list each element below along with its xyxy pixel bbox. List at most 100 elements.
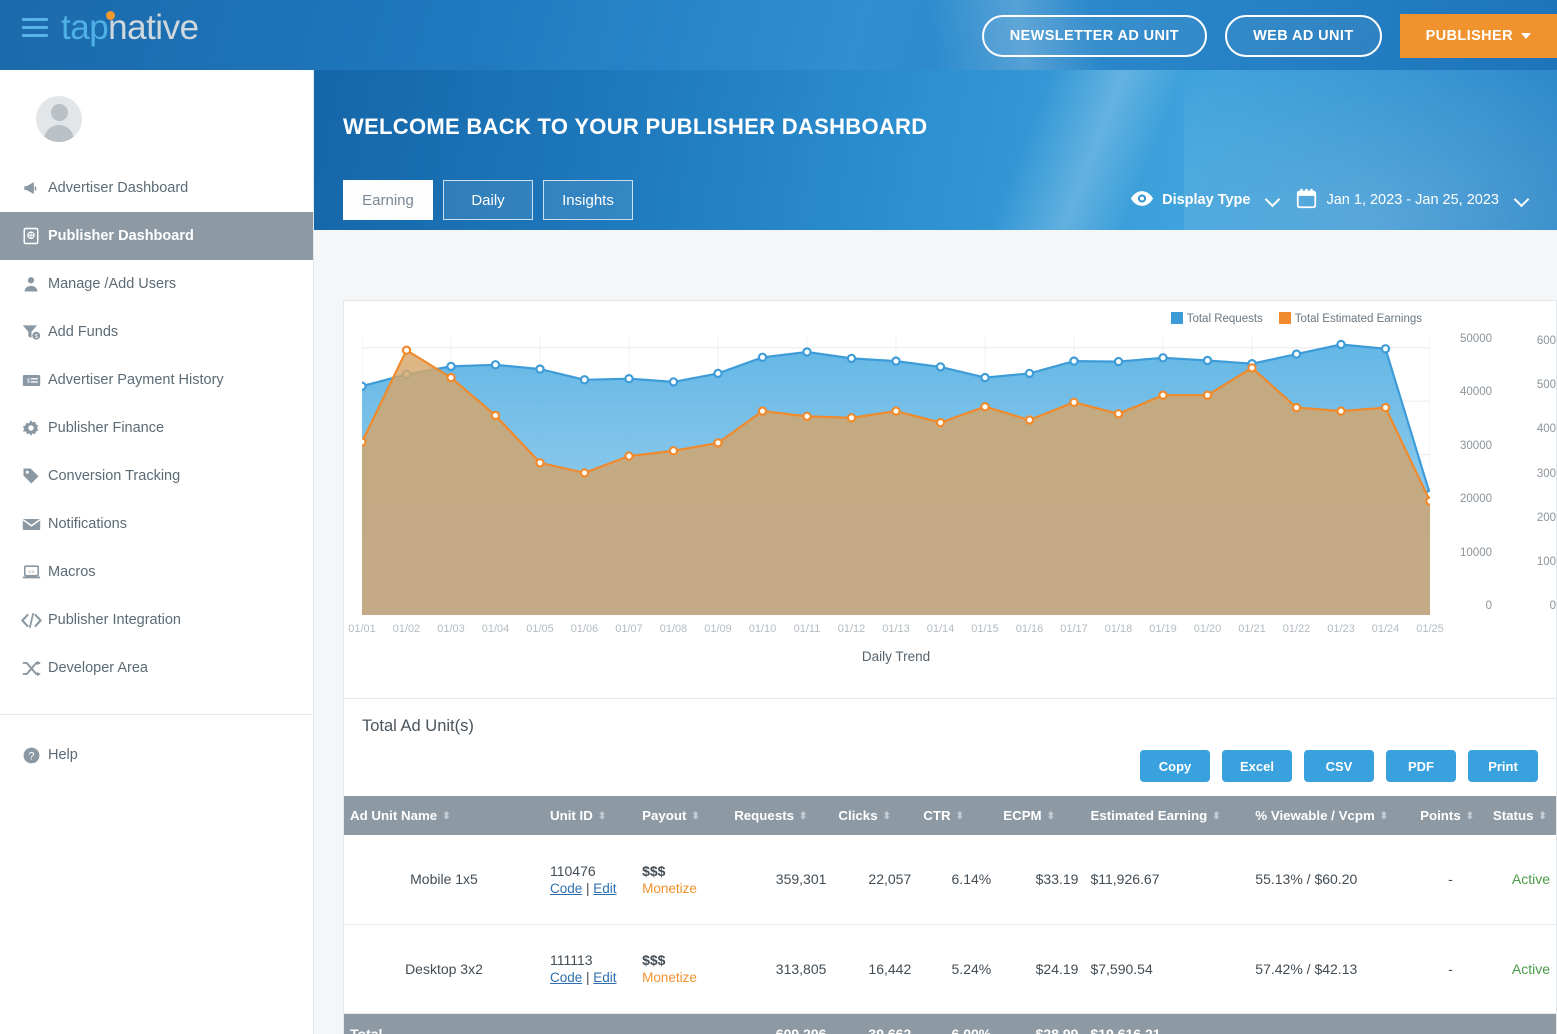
column-header-points[interactable]: Points ⬍ bbox=[1414, 796, 1487, 835]
payout-dollars: $$$ bbox=[642, 952, 666, 968]
sidebar-item-advertiser-dashboard[interactable]: Advertiser Dashboard bbox=[0, 164, 313, 212]
sort-icon[interactable]: ⬍ bbox=[956, 812, 964, 822]
date-range-selector[interactable]: Jan 1, 2023 - Jan 25, 2023 bbox=[1296, 188, 1499, 213]
table-head: Ad Unit Name ⬍ Unit ID ⬍ Payout ⬍ Requests ⬍ Cli… bbox=[344, 796, 1556, 835]
x-axis-tick-24: 01/25 bbox=[1416, 623, 1444, 635]
code-link[interactable]: Code bbox=[550, 881, 582, 896]
cell-ctr: 6.14% bbox=[917, 835, 998, 925]
tab-insights[interactable]: Insights bbox=[543, 180, 633, 220]
sidebar-item-developer-area[interactable]: Developer Area bbox=[0, 644, 313, 692]
column-header-label: Unit ID bbox=[549, 808, 593, 823]
column-header-label: Points bbox=[1420, 808, 1461, 823]
link-separator: | bbox=[582, 970, 594, 985]
column-header-label: ECPM bbox=[1003, 808, 1042, 823]
tab-daily[interactable]: Daily bbox=[443, 180, 533, 220]
hamburger-icon[interactable] bbox=[22, 18, 48, 37]
sort-icon[interactable]: ⬍ bbox=[883, 812, 891, 822]
sort-icon[interactable]: ⬍ bbox=[799, 812, 807, 822]
user-icon bbox=[14, 275, 48, 293]
sort-icon[interactable]: ⬍ bbox=[1466, 812, 1474, 822]
column-header-ad-unit-name[interactable]: Ad Unit Name ⬍ bbox=[344, 796, 544, 835]
edit-link[interactable]: Edit bbox=[593, 970, 616, 985]
x-axis-tick-13: 01/14 bbox=[926, 623, 955, 635]
legend-item-2[interactable]: Total Estimated Earnings bbox=[1278, 312, 1422, 325]
cell-ecpm: $24.19 bbox=[997, 924, 1085, 1014]
sort-icon[interactable]: ⬍ bbox=[598, 812, 606, 822]
tab-earning[interactable]: Earning bbox=[343, 180, 433, 220]
gear-icon bbox=[14, 419, 48, 437]
logo-native-text: native bbox=[108, 8, 199, 47]
export-print-button[interactable]: Print bbox=[1468, 750, 1538, 782]
date-range-chevron-down-icon[interactable] bbox=[1515, 193, 1529, 207]
book-globe-icon bbox=[14, 227, 48, 245]
megaphone-icon bbox=[14, 179, 48, 198]
sort-icon[interactable]: ⬍ bbox=[442, 812, 450, 822]
table-row: Desktop 3x2 111113 Code | Edit $$$ Monetize 3… bbox=[344, 924, 1556, 1014]
cell-payout: $$$ Monetize bbox=[636, 835, 729, 925]
export-excel-button[interactable]: Excel bbox=[1222, 750, 1292, 782]
brand-logo[interactable]: tapnative bbox=[22, 10, 199, 45]
sidebar-item-label: Publisher Integration bbox=[48, 612, 181, 628]
cell-viewable-vcpm: 57.42% / $42.13 bbox=[1249, 924, 1415, 1014]
column-header-unit-id[interactable]: Unit ID ⬍ bbox=[543, 796, 637, 835]
total-estimated-earning: $19,616.21 bbox=[1084, 1013, 1250, 1034]
sidebar-item-label: Publisher Finance bbox=[48, 420, 165, 436]
sidebar-item-manage-add-users[interactable]: Manage /Add Users bbox=[0, 260, 313, 308]
x-axis-tick-7: 01/08 bbox=[659, 623, 688, 635]
sidebar-item-conversion-tracking[interactable]: Conversion Tracking bbox=[0, 452, 313, 500]
ctr-value: 6.14% bbox=[951, 871, 992, 888]
edit-link[interactable]: Edit bbox=[593, 881, 616, 896]
export-copy-button[interactable]: Copy bbox=[1140, 750, 1210, 782]
monetize-link[interactable]: Monetize bbox=[642, 970, 722, 985]
newsletter-ad-unit-button[interactable]: NEWSLETTER AD UNIT bbox=[981, 15, 1208, 57]
column-header-clicks[interactable]: Clicks ⬍ bbox=[832, 796, 918, 835]
column-header-requests[interactable]: Requests ⬍ bbox=[728, 796, 833, 835]
avatar-container[interactable] bbox=[0, 70, 313, 164]
sidebar-item-macros[interactable]: <> Macros bbox=[0, 548, 313, 596]
column-header-payout[interactable]: Payout ⬍ bbox=[636, 796, 729, 835]
publisher-menu-button[interactable]: PUBLISHER bbox=[1399, 14, 1557, 58]
column-header-viewable-vcpm[interactable]: % Viewable / Vcpm ⬍ bbox=[1249, 796, 1415, 835]
laptop-code-icon: <> bbox=[14, 563, 48, 582]
display-type-selector[interactable]: Display Type bbox=[1131, 190, 1250, 210]
column-header-ctr[interactable]: CTR ⬍ bbox=[917, 796, 998, 835]
code-link[interactable]: Code bbox=[550, 970, 582, 985]
sidebar-item-label: Help bbox=[48, 747, 78, 763]
export-csv-button[interactable]: CSV bbox=[1304, 750, 1374, 782]
sort-icon[interactable]: ⬍ bbox=[691, 812, 699, 822]
total-label: Total bbox=[344, 1013, 544, 1034]
sidebar-item-add-funds[interactable]: $ Add Funds bbox=[0, 308, 313, 356]
sidebar-item-notifications[interactable]: Notifications bbox=[0, 500, 313, 548]
column-header-status[interactable]: Status ⬍ bbox=[1486, 796, 1556, 835]
total-ecpm: $28.99 bbox=[997, 1013, 1085, 1034]
sidebar-item-help[interactable]: ? Help bbox=[0, 731, 313, 779]
sort-icon[interactable]: ⬍ bbox=[1538, 812, 1546, 822]
svg-text:$: $ bbox=[34, 334, 37, 340]
sort-icon[interactable]: ⬍ bbox=[1047, 812, 1055, 822]
table-body: Mobile 1x5 110476 Code | Edit $$$ Monetize 35… bbox=[344, 835, 1556, 1034]
sidebar-nav-list: Advertiser Dashboard Publisher Dashboard M… bbox=[0, 164, 313, 692]
cell-ad-unit-name: Mobile 1x5 bbox=[344, 835, 544, 925]
export-pdf-button[interactable]: PDF bbox=[1386, 750, 1456, 782]
display-type-chevron-down-icon[interactable] bbox=[1266, 193, 1280, 207]
tag-icon bbox=[14, 467, 48, 485]
web-ad-unit-button[interactable]: WEB AD UNIT bbox=[1225, 15, 1382, 57]
monetize-link[interactable]: Monetize bbox=[642, 881, 722, 896]
x-axis-tick-9: 01/10 bbox=[748, 623, 777, 635]
sort-icon[interactable]: ⬍ bbox=[1212, 812, 1220, 822]
legend-item-1[interactable]: Total Requests bbox=[1170, 312, 1263, 325]
total-ecpm-value: $28.99 bbox=[1035, 1025, 1079, 1034]
ad-units-table-card: Total Ad Unit(s) Copy Excel CSV PDF Print Ad… bbox=[343, 698, 1557, 1034]
estimated-earning-value: $11,926.67 bbox=[1090, 871, 1160, 888]
sort-icon[interactable]: ⬍ bbox=[1380, 812, 1388, 822]
sidebar-item-publisher-dashboard[interactable]: Publisher Dashboard bbox=[0, 212, 313, 260]
sidebar-item-publisher-finance[interactable]: Publisher Finance bbox=[0, 404, 313, 452]
column-header-ecpm[interactable]: ECPM ⬍ bbox=[997, 796, 1085, 835]
unit-id-links: Code | Edit bbox=[550, 881, 630, 896]
column-header-label: Payout bbox=[642, 808, 687, 823]
column-header-estimated-earning[interactable]: Estimated Earning ⬍ bbox=[1084, 796, 1250, 835]
sidebar-item-advertiser-payment-history[interactable]: $ Advertiser Payment History bbox=[0, 356, 313, 404]
avatar[interactable] bbox=[36, 96, 82, 142]
sidebar-item-publisher-integration[interactable]: Publisher Integration bbox=[0, 596, 313, 644]
eye-icon bbox=[1131, 190, 1154, 210]
